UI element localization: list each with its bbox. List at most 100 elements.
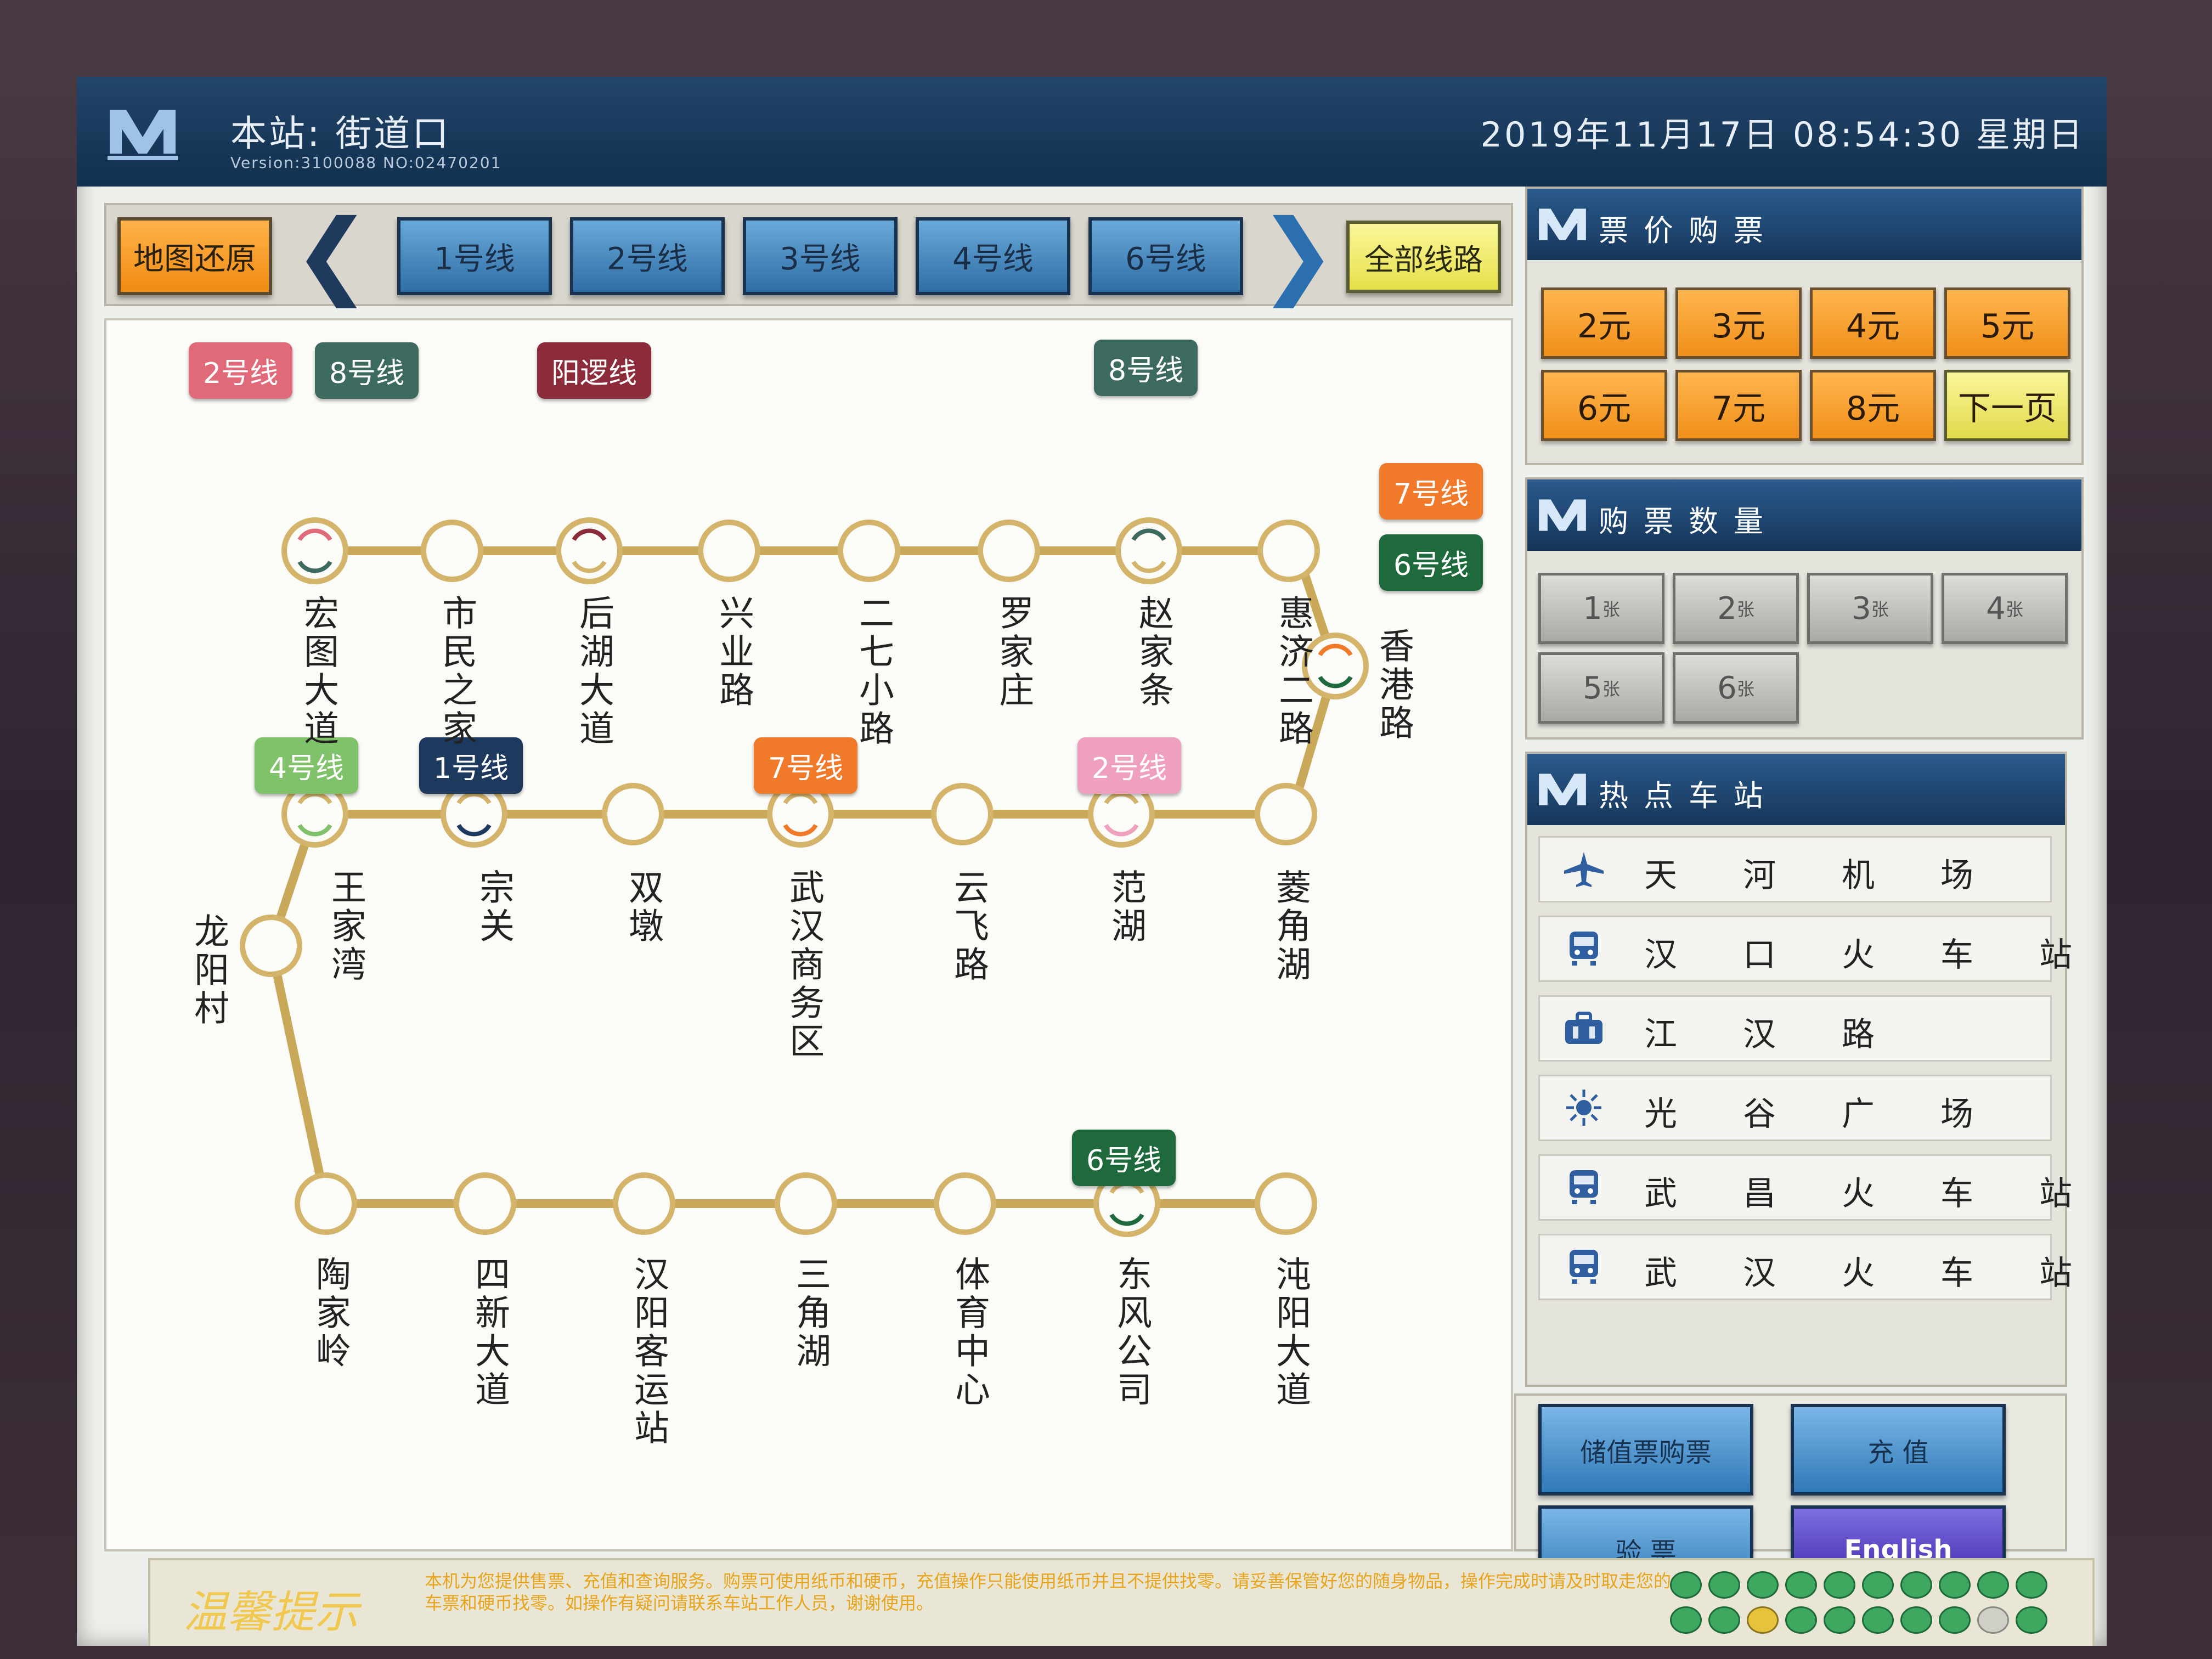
price-6-button[interactable]: 6元 bbox=[1541, 370, 1667, 441]
hot-station-wuhan-railway[interactable]: 武汉火车站 bbox=[1538, 1234, 2072, 1300]
hot-stations-title: 热点车站 bbox=[1599, 778, 1779, 813]
station-label[interactable]: 东风公司 bbox=[1106, 1256, 1156, 1409]
station-label[interactable]: 汉阳客运站 bbox=[623, 1256, 674, 1448]
transfer-tag-line7: 7号线 bbox=[754, 737, 858, 794]
station-label[interactable]: 陶家岭 bbox=[305, 1256, 356, 1371]
station-label[interactable]: 三角湖 bbox=[785, 1256, 836, 1371]
qty-unit: 张 bbox=[2005, 599, 2023, 620]
status-indicator-dot bbox=[1900, 1606, 1932, 1634]
status-indicator-dot bbox=[1939, 1571, 1971, 1599]
qty-6-button[interactable]: 6张 bbox=[1673, 652, 1799, 724]
qty-1-button[interactable]: 1张 bbox=[1538, 573, 1664, 644]
ticket-price-header: 票价购票 bbox=[1527, 189, 2081, 260]
station-label[interactable]: 宏图大道 bbox=[293, 595, 343, 748]
train-icon bbox=[1570, 1170, 1598, 1204]
station-label[interactable]: 范湖 bbox=[1101, 869, 1151, 946]
station-label[interactable]: 宗关 bbox=[469, 869, 519, 946]
station-node bbox=[613, 1172, 675, 1235]
ticket-quantity-header: 购票数量 bbox=[1527, 479, 2081, 551]
station-label[interactable]: 体育中心 bbox=[944, 1256, 995, 1409]
qty-5-button[interactable]: 5张 bbox=[1538, 652, 1664, 724]
transfer-tag-line2: 2号线 bbox=[189, 342, 293, 399]
status-indicator-dot bbox=[2016, 1571, 2047, 1599]
ticket-machine-screen: 本站: 街道口 Version:3100088 NO:02470201 2019… bbox=[77, 77, 2107, 1646]
hot-stations-header: 热点车站 bbox=[1527, 754, 2065, 825]
header-bar: 本站: 街道口 Version:3100088 NO:02470201 2019… bbox=[77, 77, 2107, 187]
price-5-button[interactable]: 5元 bbox=[1944, 287, 2070, 359]
qty-number: 2 bbox=[1717, 590, 1737, 627]
station-label[interactable]: 武汉商务区 bbox=[778, 869, 829, 1061]
qty-number: 5 bbox=[1583, 670, 1602, 706]
station-label[interactable]: 双墩 bbox=[618, 869, 668, 946]
ticket-price-panel: 票价购票 2元 3元 4元 5元 6元 7元 8元 下一页 bbox=[1525, 187, 2084, 465]
qty-number: 6 bbox=[1717, 670, 1737, 706]
scroll-right-arrow-icon[interactable]: ❯ bbox=[1259, 207, 1336, 301]
train-icon bbox=[1570, 932, 1598, 966]
transfer-tag-line7: 7号线 bbox=[1379, 463, 1483, 520]
qty-3-button[interactable]: 3张 bbox=[1807, 573, 1933, 644]
scroll-left-arrow-icon[interactable]: ❮ bbox=[293, 207, 371, 301]
status-indicator-dot bbox=[1708, 1606, 1740, 1634]
datetime-display: 2019年11月17日 08:54:30 星期日 bbox=[1480, 115, 2085, 155]
station-label[interactable]: 菱角湖 bbox=[1265, 869, 1316, 984]
qty-unit: 张 bbox=[1736, 679, 1754, 699]
status-indicator-dot bbox=[1900, 1571, 1932, 1599]
map-reset-button[interactable]: 地图还原 bbox=[117, 217, 272, 295]
station-label[interactable]: 四新大道 bbox=[464, 1256, 515, 1409]
hot-station-wuchang-railway[interactable]: 武昌火车站 bbox=[1538, 1154, 2072, 1221]
price-8-button[interactable]: 8元 bbox=[1810, 370, 1936, 441]
status-indicator-dot bbox=[1785, 1571, 1817, 1599]
qty-2-button[interactable]: 2张 bbox=[1673, 573, 1799, 644]
station-label[interactable]: 龙阳村 bbox=[183, 913, 234, 1028]
transfer-tag-line8: 8号线 bbox=[315, 342, 419, 399]
station-label[interactable]: 王家湾 bbox=[320, 869, 371, 984]
station-label[interactable]: 二七小路 bbox=[848, 595, 899, 748]
action-panel: 储值票购票 充 值 验 票 English bbox=[1514, 1393, 2067, 1594]
recharge-button[interactable]: 充 值 bbox=[1791, 1404, 2006, 1496]
transfer-tag-line6: 6号线 bbox=[1072, 1130, 1176, 1186]
hot-station-hankou-railway[interactable]: 汉口火车站 bbox=[1538, 916, 2072, 982]
station-node bbox=[454, 1172, 516, 1235]
transfer-tag-line6: 6号线 bbox=[1379, 534, 1483, 591]
current-station: 本站: 街道口 bbox=[230, 112, 451, 155]
price-4-button[interactable]: 4元 bbox=[1810, 287, 1936, 359]
status-indicators bbox=[1670, 1568, 2065, 1639]
next-page-button[interactable]: 下一页 bbox=[1944, 370, 2070, 441]
price-3-button[interactable]: 3元 bbox=[1675, 287, 1802, 359]
status-indicator-dot bbox=[1670, 1571, 1702, 1599]
station-label[interactable]: 后湖大道 bbox=[568, 595, 619, 748]
line-3-button[interactable]: 3号线 bbox=[743, 217, 898, 295]
hot-station-jianghan-road[interactable]: 江汉路 bbox=[1538, 995, 2052, 1062]
station-label[interactable]: 香港路 bbox=[1368, 628, 1419, 743]
station-label[interactable]: 兴业路 bbox=[708, 595, 759, 710]
station-label[interactable]: 罗家庄 bbox=[988, 595, 1039, 710]
station-label[interactable]: 惠济二路 bbox=[1268, 595, 1318, 748]
train-icon bbox=[1570, 1250, 1598, 1284]
metro-logo-icon bbox=[1539, 774, 1586, 805]
all-lines-button[interactable]: 全部线路 bbox=[1346, 221, 1501, 293]
station-label[interactable]: 市民之家 bbox=[431, 595, 482, 748]
hot-station-tianhe-airport[interactable]: 天河机场 bbox=[1538, 836, 2052, 902]
station-label[interactable]: 云飞路 bbox=[943, 869, 994, 984]
qty-4-button[interactable]: 4张 bbox=[1942, 573, 2068, 644]
metro-logo-icon bbox=[108, 110, 178, 160]
station-node bbox=[838, 520, 900, 582]
station-node bbox=[421, 520, 483, 582]
station-label[interactable]: 赵家条 bbox=[1128, 595, 1178, 710]
status-indicator-dot bbox=[1824, 1571, 1855, 1599]
line-6-button[interactable]: 6号线 bbox=[1088, 217, 1243, 295]
line-1-button[interactable]: 1号线 bbox=[397, 217, 552, 295]
hot-station-guanggu-square[interactable]: 光谷广场 bbox=[1538, 1075, 2052, 1141]
metro-logo-icon bbox=[1539, 208, 1586, 240]
station-node bbox=[240, 915, 302, 977]
station-node bbox=[698, 520, 760, 582]
price-7-button[interactable]: 7元 bbox=[1675, 370, 1802, 441]
line-4-button[interactable]: 4号线 bbox=[916, 217, 1070, 295]
line-2-button[interactable]: 2号线 bbox=[570, 217, 725, 295]
stored-value-ticket-button[interactable]: 储值票购票 bbox=[1538, 1404, 1753, 1496]
station-node bbox=[931, 783, 994, 845]
tip-title: 温馨提示 bbox=[183, 1587, 359, 1638]
station-label[interactable]: 沌阳大道 bbox=[1265, 1256, 1316, 1409]
price-2-button[interactable]: 2元 bbox=[1541, 287, 1667, 359]
bag-icon bbox=[1565, 1012, 1602, 1044]
